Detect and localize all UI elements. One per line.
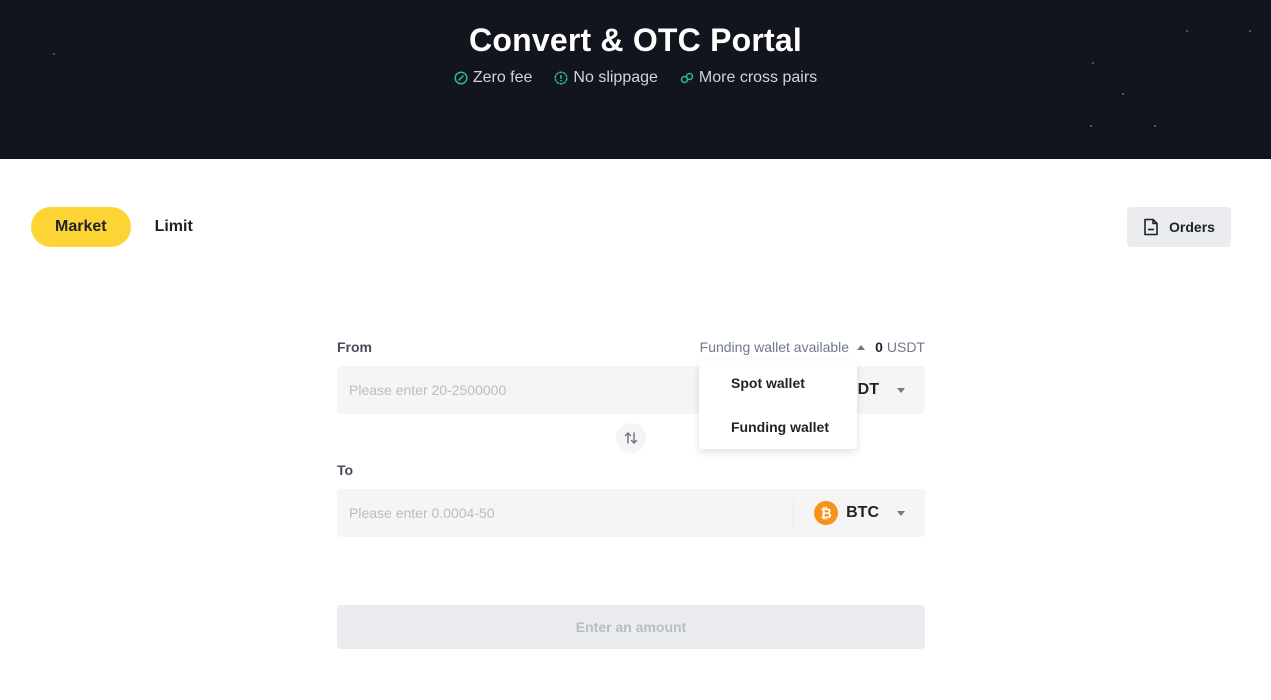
hero-banner: Convert & OTC Portal Zero fee No slippag… — [0, 0, 1271, 159]
star-decoration — [1122, 93, 1124, 95]
caret-up-icon — [857, 344, 866, 350]
chevron-down-icon — [897, 510, 905, 516]
wallet-selector[interactable]: Funding wallet available 0 USDT — [700, 339, 925, 355]
feature-label: More cross pairs — [698, 69, 818, 86]
swap-arrows-icon — [624, 432, 638, 444]
enter-amount-button[interactable]: Enter an amount — [337, 605, 925, 649]
orders-button[interactable]: Orders — [1127, 207, 1231, 247]
tab-market[interactable]: Market — [31, 207, 131, 247]
tab-limit[interactable]: Limit — [155, 207, 193, 247]
feature-no-slippage: No slippage — [554, 69, 658, 87]
wallet-label: Funding wallet available — [699, 339, 850, 355]
wallet-dropdown: Spot wallet Funding wallet — [699, 361, 857, 449]
star-decoration — [1154, 125, 1156, 127]
wallet-option-funding[interactable]: Funding wallet — [699, 411, 857, 455]
available-unit: USDT — [886, 339, 925, 355]
to-coin-name: BTC — [846, 504, 879, 521]
feature-list: Zero fee No slippage More cross pairs — [0, 69, 1271, 87]
from-label: From — [337, 339, 372, 355]
feature-zero-fee: Zero fee — [454, 69, 533, 87]
bitcoin-icon: ₿ — [814, 501, 839, 525]
order-type-tabs: Market Limit — [31, 207, 193, 247]
to-coin-select[interactable]: ₿ BTC — [794, 489, 925, 537]
feature-label: No slippage — [573, 69, 658, 86]
swap-button[interactable] — [616, 423, 646, 453]
document-icon — [1144, 218, 1158, 236]
feature-cross-pairs: More cross pairs — [680, 69, 817, 87]
link-icon — [680, 72, 694, 84]
chevron-down-icon — [897, 387, 905, 393]
to-input-box: ₿ BTC — [337, 489, 925, 537]
zero-fee-icon — [454, 71, 468, 85]
to-amount-input[interactable] — [337, 489, 794, 537]
wallet-option-spot[interactable]: Spot wallet — [699, 367, 857, 411]
no-slippage-icon — [554, 71, 568, 85]
orders-label: Orders — [1169, 219, 1215, 235]
page-title: Convert & OTC Portal — [469, 22, 802, 58]
from-header: From Funding wallet available 0 USDT — [337, 337, 925, 357]
feature-label: Zero fee — [472, 69, 533, 86]
star-decoration — [1090, 125, 1092, 127]
available-amount: 0 — [875, 339, 883, 355]
star-decoration — [1092, 62, 1094, 64]
